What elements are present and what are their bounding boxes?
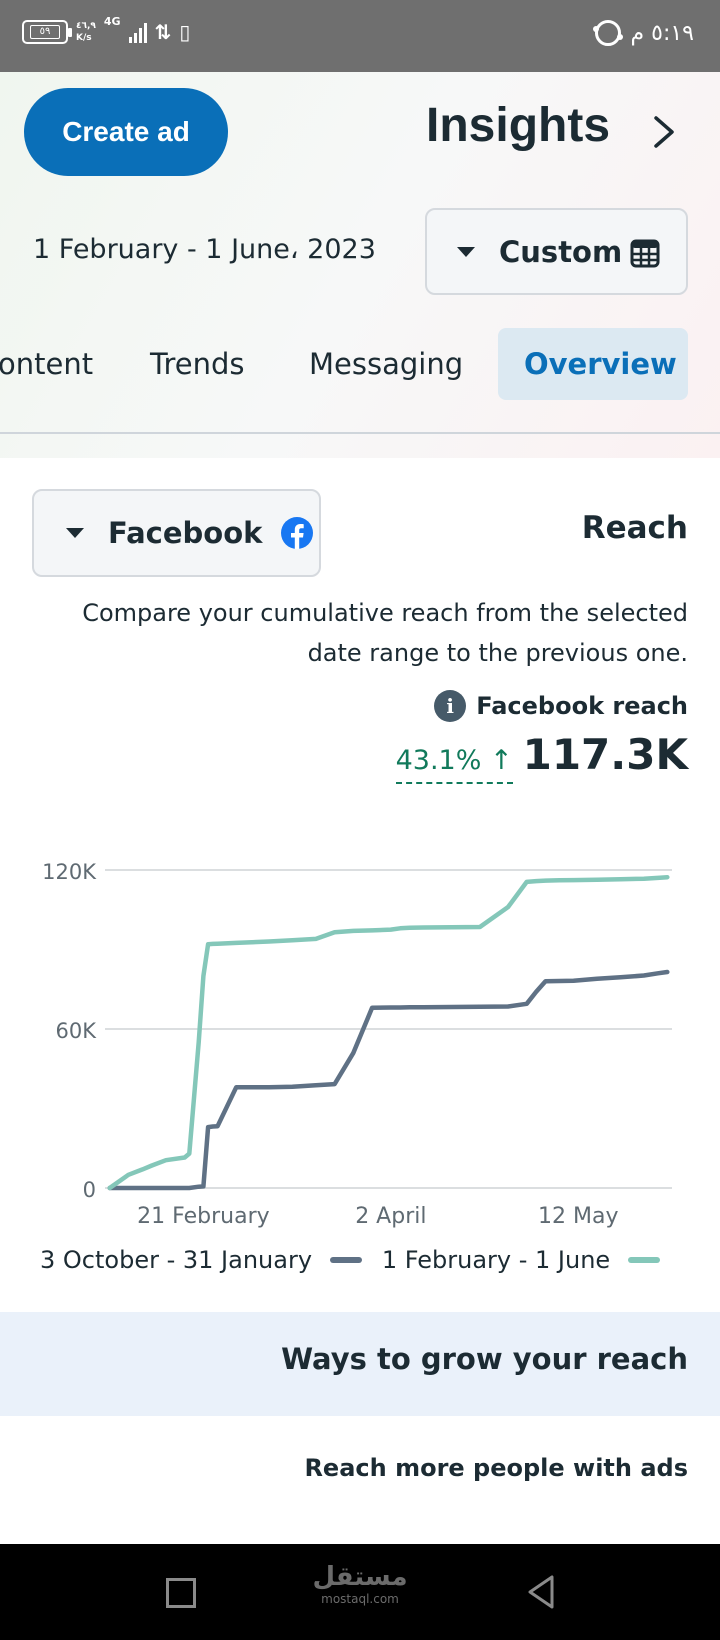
insights-header: Create ad Insights 1 February - 1 June، … <box>0 72 720 458</box>
reach-more-heading: Reach more people with ads <box>304 1454 688 1482</box>
sync-icon <box>592 20 623 46</box>
network-speed: ٤٦,٩ K/s <box>76 20 96 44</box>
legend-swatch-current <box>628 1257 660 1263</box>
y-tick-label: 0 <box>83 1178 96 1202</box>
date-range: 1 February - 1 June، 2023 <box>33 234 376 265</box>
network-speed-value: ٤٦,٩ <box>76 21 96 31</box>
tab-messaging[interactable]: Messaging <box>309 328 463 400</box>
status-right: ٥:١٩ م <box>592 20 695 46</box>
platform-dropdown[interactable]: Facebook <box>32 489 321 577</box>
card-title: Reach <box>581 510 688 546</box>
watermark: مستقل mostaql.com <box>300 1562 420 1606</box>
caret-down-icon <box>457 246 475 257</box>
metric-change[interactable]: 43.1% ↑ <box>395 745 513 784</box>
x-tick-label: 21 February <box>137 1204 269 1229</box>
legend-label-current: 1 February - 1 June <box>381 1246 611 1274</box>
info-icon[interactable]: i <box>434 690 467 722</box>
calendar-icon <box>630 239 660 268</box>
legend-swatch-previous <box>330 1257 362 1263</box>
x-tick-label: 12 May <box>538 1204 618 1229</box>
data-transfer-icon: ⇅ <box>154 20 172 44</box>
x-tick-label: 2 April <box>355 1204 426 1229</box>
battery-level: ٥٩ <box>30 25 60 39</box>
y-tick-label: 120K <box>42 860 97 884</box>
clock: ٥:١٩ م <box>630 20 695 46</box>
chevron-right-icon[interactable] <box>648 114 678 150</box>
network-type: 4G <box>103 15 121 28</box>
status-left: ٥٩ ٤٦,٩ K/s 4G ⇅ ▯ <box>22 16 191 44</box>
chart-legend: 3 October - 31 January 1 February - 1 Ju… <box>40 1242 680 1278</box>
insights-tabs: ontent Trends Messaging Overview <box>0 328 720 402</box>
metric-value: 117.3K <box>522 730 688 779</box>
legend-label-previous: 3 October - 31 January <box>40 1246 313 1274</box>
network-speed-unit: K/s <box>76 33 92 43</box>
metric-label: Facebook reach <box>476 692 688 720</box>
tab-trends[interactable]: Trends <box>150 328 244 400</box>
page-title: Insights <box>426 99 611 152</box>
status-bar: ٥٩ ٤٦,٩ K/s 4G ⇅ ▯ ٥:١٩ م <box>0 0 720 72</box>
watermark-sub: mostaql.com <box>321 1592 399 1606</box>
facebook-icon <box>281 517 314 549</box>
reach-chart: 0 60K 120K 21 February 2 April 12 May <box>42 860 672 1229</box>
platform-label: Facebook <box>108 516 263 550</box>
series-line-current <box>107 874 670 1191</box>
watermark-text: مستقل <box>312 1562 408 1592</box>
tab-overview[interactable]: Overview <box>498 328 688 400</box>
custom-date-button[interactable]: Custom <box>425 208 688 295</box>
tabs-divider <box>0 432 720 434</box>
metric-label-row: i Facebook reach <box>434 690 688 722</box>
battery-icon: ٥٩ <box>22 20 72 44</box>
grow-title: Ways to grow your reach <box>281 1342 688 1376</box>
tab-content[interactable]: ontent <box>0 328 93 400</box>
grow-banner: Ways to grow your reach <box>0 1312 720 1416</box>
metric-row: 43.1% ↑ 117.3K <box>395 730 688 784</box>
recents-button[interactable] <box>166 1578 196 1608</box>
signal-icon <box>128 21 147 43</box>
navigation-bar: مستقل mostaql.com <box>0 1544 720 1640</box>
create-ad-button[interactable]: Create ad <box>24 88 228 176</box>
card-description: Compare your cumulative reach from the s… <box>82 599 688 667</box>
y-tick-label: 60K <box>56 1019 98 1043</box>
caret-down-icon <box>66 528 84 538</box>
back-button[interactable] <box>526 1574 556 1610</box>
vibrate-icon: ▯ <box>179 20 191 44</box>
custom-date-label: Custom <box>499 234 623 269</box>
